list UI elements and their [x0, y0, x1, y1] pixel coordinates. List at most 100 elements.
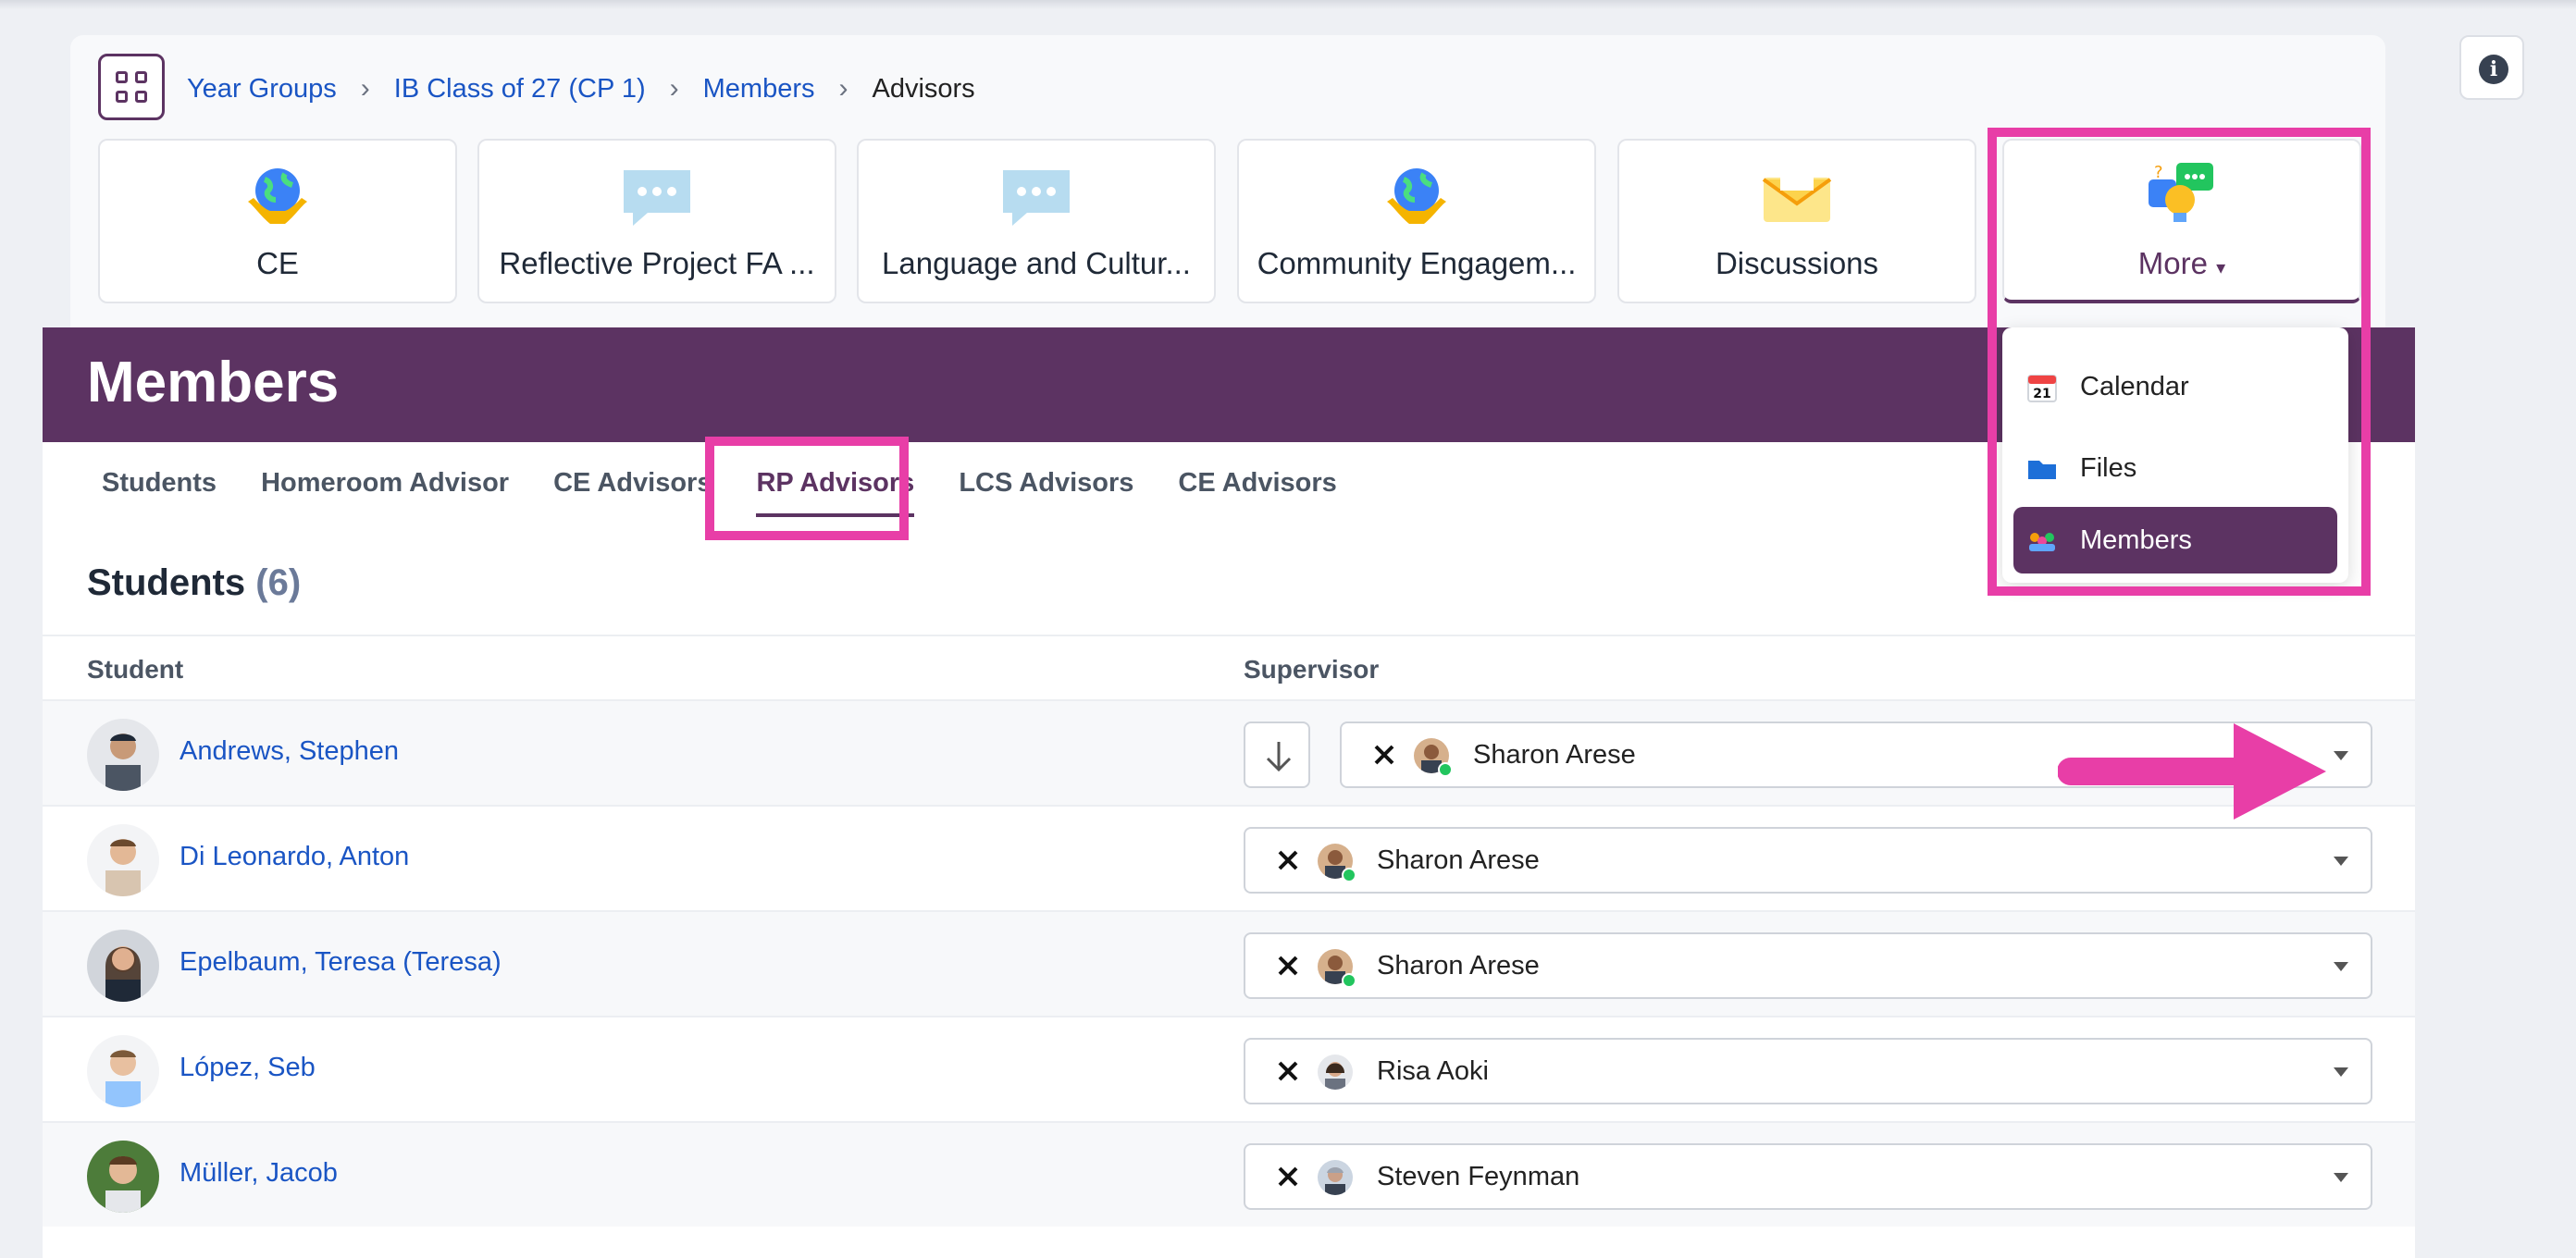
globe-hands-icon — [1387, 168, 1446, 224]
table-header: Student Supervisor — [43, 635, 2415, 699]
members-icon — [2029, 533, 2055, 551]
supervisor-avatar — [1318, 1160, 1353, 1195]
section-title-text: Students — [87, 562, 246, 603]
tile-label: Reflective Project FA ... — [499, 246, 815, 280]
folder-icon — [2028, 461, 2056, 479]
tab-lcs-advisors[interactable]: LCS Advisors — [959, 468, 1133, 517]
tile-label: More ▾ — [2017, 246, 2347, 281]
supervisor-name: Sharon Arese — [1377, 951, 1540, 980]
menu-item-label: Calendar — [2080, 372, 2189, 401]
chevron-right-icon: › — [669, 73, 679, 104]
breadcrumb: Year Groups › IB Class of 27 (CP 1) › Me… — [187, 68, 975, 109]
page-title: Members — [87, 351, 340, 414]
grid-icon — [135, 91, 147, 103]
svg-text:21: 21 — [2033, 387, 2050, 401]
student-link[interactable]: Di Leonardo, Anton — [180, 842, 409, 872]
student-link[interactable]: Andrews, Stephen — [180, 736, 399, 767]
supervisor-select[interactable]: Sharon Arese — [1244, 932, 2372, 999]
caret-down-icon[interactable] — [2334, 1067, 2348, 1077]
chevron-right-icon: › — [838, 73, 848, 104]
apply-down-button[interactable] — [1244, 722, 1310, 788]
menu-item-label: Members — [2080, 525, 2192, 555]
table-row: Müller, Jacob Steven Feynman — [43, 1121, 2415, 1227]
speech-bubble-icon — [1003, 170, 1070, 226]
student-link[interactable]: Epelbaum, Teresa (Teresa) — [180, 947, 502, 978]
annotation-arrow-icon — [2058, 723, 2326, 820]
tile-discussions[interactable]: Discussions — [1617, 139, 1976, 303]
caret-down-icon[interactable] — [2334, 962, 2348, 971]
online-indicator — [1342, 868, 1356, 882]
grid-icon — [116, 71, 128, 83]
supervisor-select[interactable]: Steven Feynman — [1244, 1143, 2372, 1210]
clear-icon[interactable] — [1271, 844, 1305, 877]
menu-item-members[interactable]: Members — [2013, 507, 2337, 574]
breadcrumb-current: Advisors — [872, 73, 975, 104]
caret-down-icon[interactable] — [2334, 857, 2348, 866]
grid-icon — [116, 91, 128, 103]
supervisor-avatar — [1318, 1054, 1353, 1090]
menu-item-label: Files — [2080, 453, 2137, 483]
more-dropdown: 21 Calendar Files Members — [2002, 327, 2348, 583]
top-shadow — [0, 0, 2576, 9]
clear-icon[interactable] — [1271, 949, 1305, 982]
online-indicator — [1342, 973, 1356, 988]
tab-students[interactable]: Students — [102, 468, 217, 517]
avatar — [87, 1141, 159, 1213]
caret-down-icon[interactable] — [2334, 1173, 2348, 1182]
tile-ce[interactable]: CE — [98, 139, 457, 303]
caret-down-icon: ▾ — [2216, 258, 2226, 278]
supervisor-name: Risa Aoki — [1377, 1056, 1489, 1086]
calendar-icon: 21 — [2027, 375, 2057, 402]
clear-icon[interactable] — [1271, 1054, 1305, 1088]
avatar — [87, 930, 159, 1002]
student-link[interactable]: López, Seb — [180, 1053, 316, 1083]
tab-rp-advisors[interactable]: RP Advisors — [756, 468, 915, 517]
tile-more[interactable]: ? More ▾ — [2002, 139, 2361, 303]
tab-bar: Students Homeroom Advisor CE Advisors RP… — [102, 468, 1381, 517]
lightbulb-chat-icon: ? — [2149, 163, 2213, 222]
menu-item-files[interactable]: Files — [2013, 435, 2337, 501]
tile-label: Discussions — [1715, 246, 1879, 280]
more-label: More — [2137, 246, 2208, 280]
online-indicator — [1438, 762, 1453, 777]
student-link[interactable]: Müller, Jacob — [180, 1158, 338, 1189]
tile-label: Community Engagem... — [1257, 246, 1577, 280]
info-button[interactable]: i — [2459, 35, 2524, 100]
tab-ce-advisors-2[interactable]: CE Advisors — [1178, 468, 1336, 517]
supervisor-avatar — [1414, 738, 1453, 777]
avatar — [87, 1035, 159, 1107]
clear-icon[interactable] — [1271, 1160, 1305, 1193]
grid-icon — [135, 71, 147, 83]
chevron-right-icon: › — [360, 73, 370, 104]
tab-homeroom-advisor[interactable]: Homeroom Advisor — [261, 468, 509, 517]
avatar — [87, 719, 159, 791]
speech-bubble-icon — [624, 170, 690, 226]
app-grid-button[interactable] — [98, 54, 165, 120]
column-student: Student — [87, 655, 184, 684]
clear-icon[interactable] — [1368, 738, 1401, 771]
tile-label: Language and Cultur... — [882, 246, 1191, 280]
supervisor-avatar — [1318, 949, 1356, 988]
menu-item-calendar[interactable]: 21 Calendar — [2013, 353, 2337, 420]
supervisor-name: Sharon Arese — [1473, 740, 1636, 770]
breadcrumb-class[interactable]: IB Class of 27 (CP 1) — [394, 74, 646, 105]
caret-down-icon[interactable] — [2334, 751, 2348, 760]
tile-community-engagement[interactable]: Community Engagem... — [1237, 139, 1596, 303]
tile-label: CE — [256, 246, 299, 280]
tab-ce-advisors[interactable]: CE Advisors — [553, 468, 712, 517]
tile-reflective-project[interactable]: Reflective Project FA ... — [477, 139, 836, 303]
table-row: López, Seb Risa Aoki — [43, 1016, 2415, 1121]
section-title: Students (6) — [87, 562, 301, 604]
table-row: Epelbaum, Teresa (Teresa) Sharon Arese — [43, 910, 2415, 1016]
info-icon: i — [2479, 55, 2508, 84]
supervisor-select[interactable]: Risa Aoki — [1244, 1038, 2372, 1104]
breadcrumb-year-groups[interactable]: Year Groups — [187, 74, 337, 105]
breadcrumb-members[interactable]: Members — [703, 74, 815, 105]
arrow-down-icon — [1266, 742, 1292, 772]
supervisor-avatar — [1318, 844, 1356, 882]
tile-language-culture[interactable]: Language and Cultur... — [857, 139, 1216, 303]
supervisor-select[interactable]: Sharon Arese — [1244, 827, 2372, 894]
supervisor-name: Steven Feynman — [1377, 1162, 1580, 1191]
envelope-icon — [1762, 166, 1832, 222]
student-count: (6) — [255, 562, 302, 603]
